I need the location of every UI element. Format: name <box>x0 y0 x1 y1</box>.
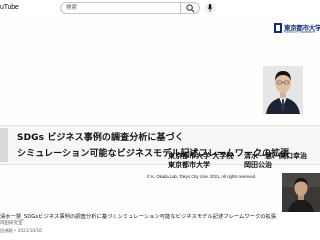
university-subtitle: TOKYO CITY UNIVERSITY <box>284 31 316 34</box>
youtube-logo[interactable]: uTube <box>0 4 19 11</box>
video-title: 清水一慧_SDGsビジネス事例の調査分析に基づくシミュレーション可能なビジネスモ… <box>0 214 277 220</box>
voice-search-button[interactable] <box>204 2 216 14</box>
search-icon <box>186 4 195 13</box>
video-meta: 回視聴 • 2021/10/16 <box>0 228 42 233</box>
search-button[interactable] <box>180 2 200 14</box>
title-accent-bar <box>0 128 8 162</box>
authors-2: 岡田公治 <box>244 161 272 169</box>
channel-name[interactable]: 岡田研究室 <box>0 220 23 226</box>
slide-title-line-1: SDGs ビジネス事例の調査分析に基づく <box>17 133 184 143</box>
video-player[interactable]: 東京都市大学 TOKYO CITY UNIVERSITY SDGs ビジネス事例… <box>0 17 320 212</box>
youtube-topbar: uTube 検索 <box>0 0 320 17</box>
university-logo: 東京都市大学 TOKYO CITY UNIVERSITY <box>274 18 320 42</box>
presenter-photo <box>263 66 303 114</box>
copyright-notice: © K. Okada Lab, Tokyo City Univ. 2021, A… <box>147 174 257 179</box>
university-emblem <box>274 23 282 33</box>
microphone-icon <box>207 4 213 12</box>
webcam-overlay <box>282 173 320 212</box>
affiliation-2: 東京都市大学 <box>168 161 210 169</box>
search-input[interactable]: 検索 <box>60 2 180 14</box>
